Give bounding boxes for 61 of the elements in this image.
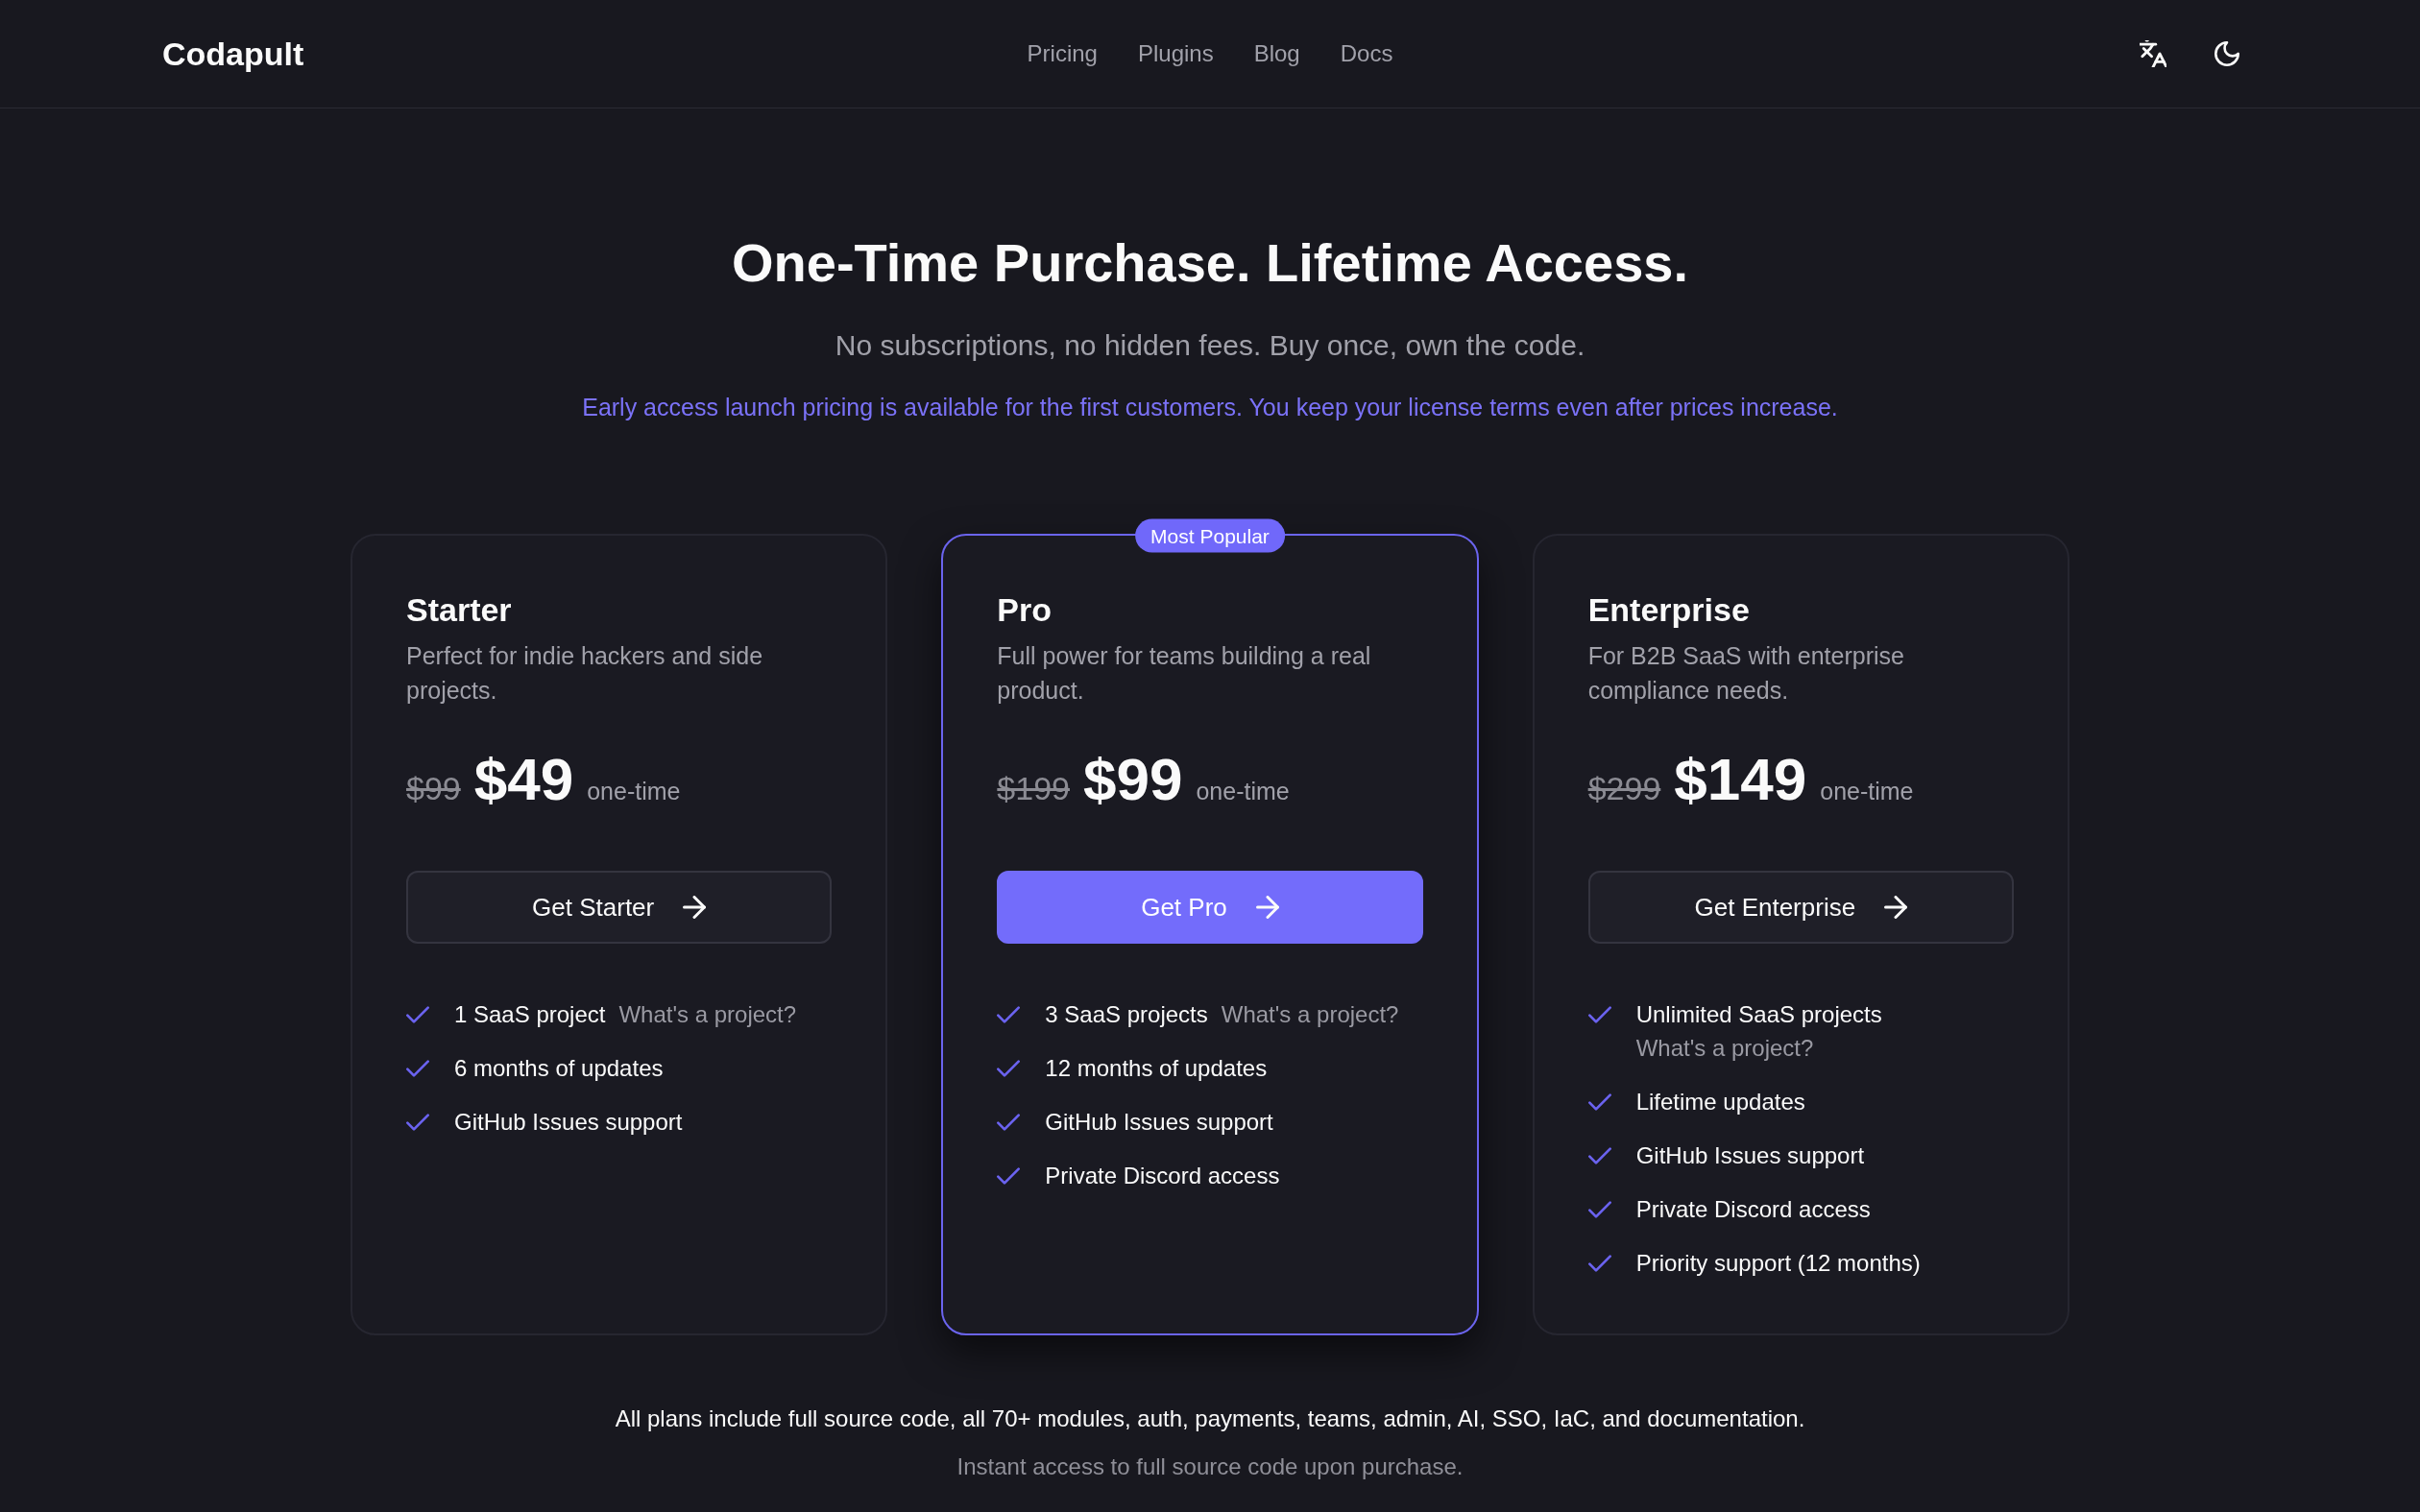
feature-text: GitHub Issues support (1635, 1141, 1865, 1170)
feature-text: 1 SaaS project (454, 1000, 606, 1029)
price: $149 (1674, 750, 1807, 809)
check-icon (406, 1003, 429, 1026)
pricing-notice: Early access launch pricing is available for the first customers. You keep your license terms even after prices increase. (582, 393, 1838, 422)
popular-badge: Most Popular (1135, 518, 1285, 553)
old-price: $99 (406, 769, 461, 808)
help-link[interactable]: What's a project? (1221, 997, 1399, 1031)
nav-link[interactable]: Docs (1340, 38, 1393, 69)
old-price: $299 (1587, 769, 1661, 808)
plans-note: All plans include full source code, all 70+ modules, auth, payments, teams, admin, AI, SSO, IaC, and documentation. (615, 1404, 1805, 1433)
plan-description: Full power for teams building a real product. (997, 641, 1372, 706)
check-icon (997, 1003, 1021, 1026)
feature-text: 3 SaaS projects (1045, 1000, 1208, 1029)
plan-description: Perfect for indie hackers and side projects. (406, 641, 764, 706)
feature-text: GitHub Issues support (454, 1108, 683, 1137)
plan-button[interactable]: Get Pro (997, 871, 1423, 944)
check-icon (1587, 1144, 1611, 1167)
feature-text: Priority support (12 months) (1635, 1249, 1921, 1278)
check-icon (406, 1057, 429, 1080)
arrow-right-icon (1255, 896, 1279, 919)
check-icon (1587, 1252, 1611, 1275)
price-note: one-time (1820, 777, 1914, 806)
arrow-right-icon (1884, 896, 1908, 919)
subtitle: No subscriptions, no hidden fees. Buy once, own the code. (835, 328, 1585, 363)
moon-icon (2214, 41, 2239, 66)
plan-name: Enterprise (1587, 590, 1751, 630)
page-title: One-Time Purchase. Lifetime Access. (732, 231, 1688, 294)
price: $99 (1082, 750, 1183, 809)
check-icon (1587, 1003, 1611, 1026)
nav-link[interactable]: Plugins (1137, 38, 1214, 69)
help-link[interactable]: What's a project? (1635, 1031, 1814, 1065)
check-icon (406, 1111, 429, 1134)
plan-button[interactable]: Get Enterprise (1587, 871, 2014, 944)
price-note: one-time (1196, 777, 1290, 806)
plan-name: Starter (406, 590, 513, 630)
feature-text: Lifetime updates (1635, 1088, 1805, 1116)
check-icon (997, 1111, 1021, 1134)
check-icon (997, 1057, 1021, 1080)
access-note: Instant access to full source code upon purchase. (956, 1452, 1464, 1481)
plan-button[interactable]: Get Starter (406, 871, 833, 944)
nav-link[interactable]: Blog (1253, 38, 1300, 69)
nav-link[interactable]: Pricing (1027, 38, 1098, 69)
feature-text: Private Discord access (1635, 1195, 1871, 1224)
logo[interactable]: Codapult (162, 34, 304, 74)
price-note: one-time (587, 777, 681, 806)
check-icon (1587, 1091, 1611, 1114)
feature-text: 12 months of updates (1045, 1054, 1268, 1083)
feature-text: 6 months of updates (454, 1054, 664, 1083)
check-icon (1587, 1198, 1611, 1221)
language-icon (2140, 40, 2166, 67)
feature-text: GitHub Issues support (1045, 1108, 1273, 1137)
price: $49 (473, 750, 574, 809)
arrow-right-icon (683, 896, 707, 919)
help-link[interactable]: What's a project? (618, 997, 797, 1031)
plan-description: For B2B SaaS with enterprise compliance needs. (1587, 641, 1905, 706)
check-icon (997, 1164, 1021, 1188)
feature-text: Unlimited SaaS projects (1635, 1000, 1882, 1029)
plan-name: Pro (997, 590, 1053, 630)
feature-text: Private Discord access (1045, 1162, 1280, 1190)
old-price: $199 (997, 769, 1070, 808)
